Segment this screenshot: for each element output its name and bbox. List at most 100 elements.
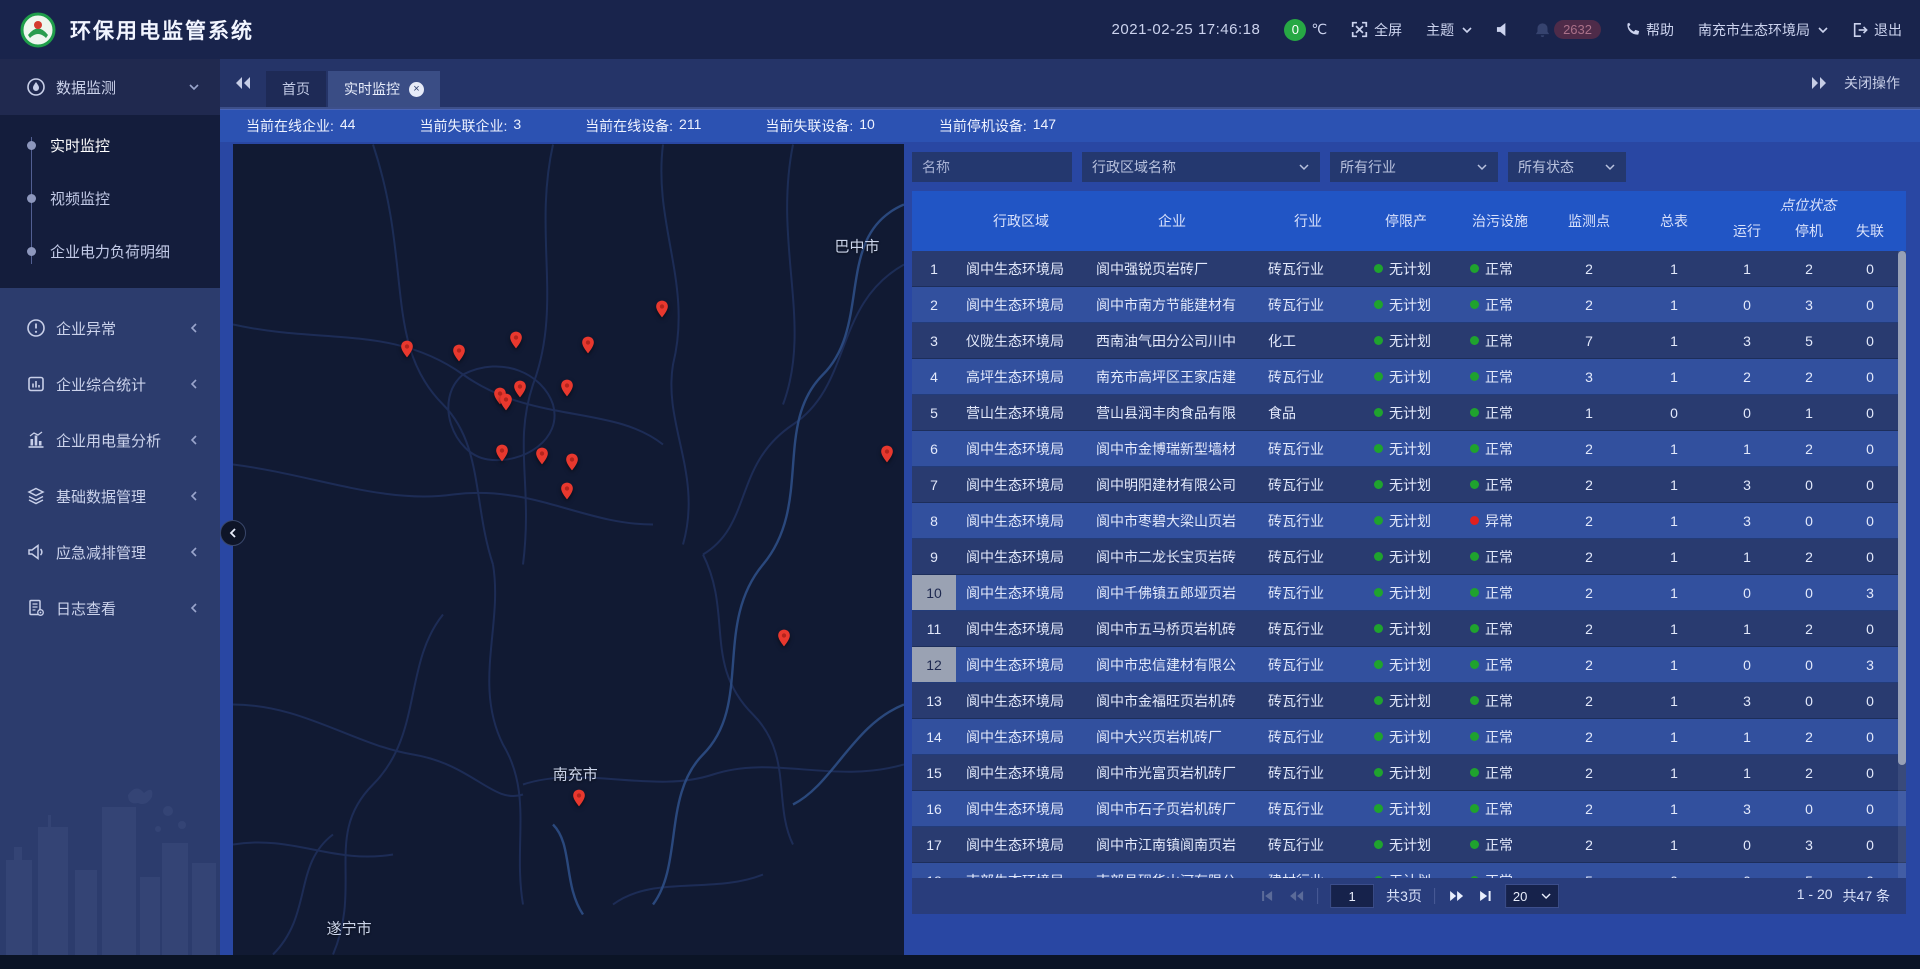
prev-page-button[interactable] — [1287, 888, 1305, 904]
table-row[interactable]: 13 阆中生态环境局 阆中市金福旺页岩机砖 砖瓦行业 无计划 正常 2 1 3 … — [912, 683, 1906, 719]
sidebar-group-enterprise-abnormal[interactable]: 企业异常 — [0, 300, 220, 356]
map-pin[interactable] — [652, 299, 672, 319]
page-size-select[interactable]: 20 — [1505, 884, 1559, 908]
status-filter-select[interactable]: 所有状态 — [1508, 152, 1626, 182]
double-right-icon[interactable] — [1810, 76, 1828, 90]
map-pin[interactable] — [532, 446, 552, 466]
table-row[interactable]: 15 阆中生态环境局 阆中市光富页岩机砖厂 砖瓦行业 无计划 正常 2 1 1 … — [912, 755, 1906, 791]
map-pin[interactable] — [492, 443, 512, 463]
cell-lost: 0 — [1840, 621, 1900, 637]
prev-page-icon — [1287, 888, 1305, 904]
sidebar-item-realtime-monitor[interactable]: 实时监控 — [0, 119, 220, 172]
map-pin[interactable] — [557, 481, 577, 501]
table-row[interactable]: 8 阆中生态环境局 阆中市枣碧大梁山页岩 砖瓦行业 无计划 异常 2 1 3 0… — [912, 503, 1906, 539]
table-row[interactable]: 16 阆中生态环境局 阆中市石子页岩机砖厂 砖瓦行业 无计划 正常 2 1 3 … — [912, 791, 1906, 827]
status-dot-icon — [1374, 408, 1383, 417]
table-row[interactable]: 12 阆中生态环境局 阆中市忠信建材有限公 砖瓦行业 无计划 正常 2 1 0 … — [912, 647, 1906, 683]
cell-row-number: 15 — [912, 765, 956, 781]
cell-lost: 0 — [1840, 297, 1900, 313]
logout-button[interactable]: 退出 — [1852, 20, 1902, 40]
table-row[interactable]: 14 阆中生态环境局 阆中大兴页岩机砖厂 砖瓦行业 无计划 正常 2 1 1 2… — [912, 719, 1906, 755]
header-region: 行政区域 — [956, 191, 1086, 251]
table-row[interactable]: 5 营山生态环境局 营山县润丰肉食品有限 食品 无计划 正常 1 0 0 1 0 — [912, 395, 1906, 431]
help-label: 帮助 — [1646, 20, 1674, 40]
sidebar-group-log-view[interactable]: 日志查看 — [0, 580, 220, 636]
next-page-button[interactable] — [1447, 888, 1465, 904]
map-pin[interactable] — [496, 392, 516, 412]
map-pin[interactable] — [877, 444, 897, 464]
map-pin[interactable] — [774, 628, 794, 648]
cell-row-number: 12 — [912, 647, 956, 682]
table-row[interactable]: 10 阆中生态环境局 阆中千佛镇五郎垭页岩 砖瓦行业 无计划 正常 2 1 0 … — [912, 575, 1906, 611]
cell-limit-production: 无计划 — [1358, 691, 1454, 711]
table-row[interactable]: 3 仪陇生态环境局 西南油气田分公司川中 化工 无计划 正常 7 1 3 5 0 — [912, 323, 1906, 359]
status-dot-icon — [1470, 480, 1479, 489]
tab-realtime-monitor[interactable]: 实时监控 × — [328, 71, 440, 107]
last-page-button[interactable] — [1477, 888, 1493, 904]
sidebar-group-emergency-reduction[interactable]: 应急减排管理 — [0, 524, 220, 580]
map-pin[interactable] — [449, 343, 469, 363]
table-row[interactable]: 17 阆中生态环境局 阆中市江南镇阆南页岩 砖瓦行业 无计划 正常 2 1 0 … — [912, 827, 1906, 863]
limit-text: 无计划 — [1389, 727, 1431, 747]
cell-row-number: 9 — [912, 549, 956, 565]
table-row[interactable]: 11 阆中生态环境局 阆中市五马桥页岩机砖 砖瓦行业 无计划 正常 2 1 1 … — [912, 611, 1906, 647]
app-header: 环保用电监管系统 2021-02-25 17:46:18 0 ℃ 全屏 主题 — [0, 0, 1920, 59]
cell-total-meters: 1 — [1632, 621, 1716, 637]
table-row[interactable]: 2 阆中生态环境局 阆中市南方节能建材有 砖瓦行业 无计划 正常 2 1 0 3… — [912, 287, 1906, 323]
sidebar-group-base-data[interactable]: 基础数据管理 — [0, 468, 220, 524]
map-pin[interactable] — [557, 378, 577, 398]
region-filter-select[interactable]: 行政区域名称 — [1082, 152, 1320, 182]
cell-row-number: 2 — [912, 297, 956, 313]
stat-online-enterprises: 当前在线企业: 44 — [246, 116, 355, 136]
cell-stopped: 0 — [1778, 657, 1840, 673]
cell-stopped: 2 — [1778, 729, 1840, 745]
map[interactable]: 巴中市 南充市 遂宁市 — [233, 144, 904, 955]
tabs-scroll-left-button[interactable] — [234, 76, 252, 90]
speaker-icon — [1496, 22, 1511, 37]
cell-total-meters: 0 — [1632, 405, 1716, 421]
fullscreen-button[interactable]: 全屏 — [1351, 20, 1402, 40]
scrollbar-thumb[interactable] — [1898, 251, 1906, 765]
map-pin[interactable] — [506, 330, 526, 350]
cell-company: 阆中市金博瑞新型墙材 — [1086, 439, 1258, 459]
map-pin[interactable] — [569, 788, 589, 808]
table-row[interactable]: 9 阆中生态环境局 阆中市二龙长宝页岩砖 砖瓦行业 无计划 正常 2 1 1 2… — [912, 539, 1906, 575]
sidebar-group-power-analysis[interactable]: 企业用电量分析 — [0, 412, 220, 468]
stat-value: 44 — [340, 116, 356, 136]
sound-button[interactable] — [1496, 22, 1511, 37]
sidebar-group-enterprise-stats[interactable]: 企业综合统计 — [0, 356, 220, 412]
table-row[interactable]: 1 阆中生态环境局 阆中强锐页岩砖厂 砖瓦行业 无计划 正常 2 1 1 2 0 — [912, 251, 1906, 287]
cell-company: 阆中市枣碧大梁山页岩 — [1086, 511, 1258, 531]
cell-region: 阆中生态环境局 — [956, 295, 1086, 315]
facility-text: 正常 — [1485, 475, 1513, 495]
cell-region: 阆中生态环境局 — [956, 259, 1086, 279]
chevron-down-icon — [188, 81, 200, 93]
org-dropdown[interactable]: 南充市生态环境局 — [1698, 20, 1828, 40]
table-row[interactable]: 18 南部生态环境局 南部县砚华山河有限公 建材行业 无计划 正常 5 0 0 … — [912, 863, 1906, 878]
theme-dropdown[interactable]: 主题 — [1426, 20, 1472, 40]
sidebar-item-video-monitor[interactable]: 视频监控 — [0, 172, 220, 225]
sidebar-group-data-monitor[interactable]: 数据监测 — [0, 59, 220, 115]
map-pin[interactable] — [578, 335, 598, 355]
cell-pollution-facility: 正常 — [1454, 619, 1546, 639]
map-pin[interactable] — [397, 339, 417, 359]
notifications-button[interactable]: 2632 — [1535, 20, 1601, 39]
cell-company: 营山县润丰肉食品有限 — [1086, 403, 1258, 423]
table-row[interactable]: 4 高坪生态环境局 南充市高坪区王家店建 砖瓦行业 无计划 正常 3 1 2 2… — [912, 359, 1906, 395]
help-button[interactable]: 帮助 — [1625, 20, 1674, 40]
first-page-button[interactable] — [1259, 888, 1275, 904]
sidebar-item-power-load-detail[interactable]: 企业电力负荷明细 — [0, 225, 220, 278]
tab-home[interactable]: 首页 — [266, 71, 326, 107]
table-row[interactable]: 7 阆中生态环境局 阆中明阳建材有限公司 砖瓦行业 无计划 正常 2 1 3 0… — [912, 467, 1906, 503]
name-filter-input[interactable] — [912, 152, 1072, 182]
close-operations-button[interactable]: 关闭操作 — [1844, 73, 1900, 93]
table-row[interactable]: 6 阆中生态环境局 阆中市金博瑞新型墙材 砖瓦行业 无计划 正常 2 1 1 2… — [912, 431, 1906, 467]
status-dot-icon — [1374, 480, 1383, 489]
chevron-left-icon — [228, 528, 238, 538]
page-number-input[interactable] — [1330, 884, 1374, 908]
cell-region: 阆中生态环境局 — [956, 799, 1086, 819]
cell-total-meters: 1 — [1632, 477, 1716, 493]
map-pin[interactable] — [562, 452, 582, 472]
industry-filter-select[interactable]: 所有行业 — [1330, 152, 1498, 182]
tab-close-icon[interactable]: × — [409, 82, 424, 97]
